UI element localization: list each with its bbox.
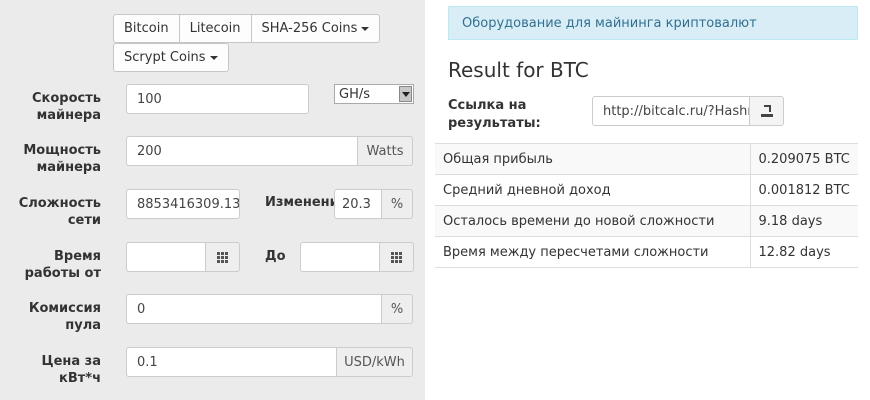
result-value: 0.001812 BTC: [749, 174, 858, 206]
time-from-label: Время работы от: [24, 249, 101, 281]
difficulty-input[interactable]: 8853416309.13: [126, 189, 240, 219]
power-input[interactable]: 200: [126, 136, 358, 166]
result-label: Осталось времени до новой сложности: [435, 205, 750, 237]
caret-down-icon: [361, 26, 370, 31]
share-link-button[interactable]: [749, 96, 784, 126]
bitcoin-button-label: Bitcoin: [124, 21, 169, 36]
result-value: 0.209075 BTC: [749, 143, 858, 175]
scrypt-coins-label: Scrypt Coins: [124, 50, 206, 65]
time-to-calendar-button[interactable]: [379, 242, 414, 272]
calendar-icon: [391, 251, 402, 263]
coin-button-group: Bitcoin Litecoin SHA-256 Coins: [113, 14, 381, 43]
speed-unit-value: GH/s: [339, 86, 371, 102]
export-icon: [760, 105, 773, 117]
power-label: Мощность майнера: [23, 143, 101, 175]
sha256-coins-label: SHA-256 Coins: [261, 21, 358, 36]
select-arrow-icon[interactable]: [399, 86, 412, 102]
power-unit-addon: Watts: [357, 136, 413, 166]
results-link-input[interactable]: http://bitcalc.ru/?Hashrate: [592, 96, 750, 126]
results-link-label: Ссылка на результаты:: [448, 98, 541, 131]
litecoin-button-label: Litecoin: [189, 21, 241, 36]
banner-text: Оборудование для майнинга криптовалют: [462, 15, 757, 31]
price-unit-addon: USD/kWh: [336, 347, 413, 377]
time-from-input[interactable]: [126, 242, 206, 272]
speed-input[interactable]: 100: [126, 84, 309, 114]
difficulty-change-label: Изменение: [265, 195, 334, 210]
bitcoin-button[interactable]: Bitcoin: [113, 14, 180, 43]
sha256-coins-dropdown[interactable]: SHA-256 Coins: [250, 14, 381, 43]
time-to-input[interactable]: [300, 242, 380, 272]
pool-fee-unit-addon: %: [381, 294, 413, 324]
mining-hardware-banner[interactable]: Оборудование для майнинга криптовалют: [448, 6, 858, 40]
result-label: Средний дневной доход: [435, 174, 750, 206]
results-table: Общая прибыль 0.209075 BTC Средний дневн…: [435, 143, 858, 268]
scrypt-coins-dropdown[interactable]: Scrypt Coins: [113, 43, 229, 72]
result-label: Общая прибыль: [435, 143, 750, 175]
table-row: Осталось времени до новой сложности 9.18…: [435, 205, 858, 237]
price-input[interactable]: 0.1: [126, 347, 337, 377]
time-from-calendar-button[interactable]: [205, 242, 240, 272]
table-row: Средний дневной доход 0.001812 BTC: [435, 174, 858, 206]
difficulty-change-unit-addon: %: [381, 189, 413, 219]
difficulty-label: Сложность сети: [18, 196, 101, 228]
difficulty-change-input[interactable]: 20.3: [334, 189, 382, 219]
table-row: Время между пересчетами сложности 12.82 …: [435, 236, 858, 268]
result-title: Result for BTC: [448, 58, 589, 82]
pool-fee-input[interactable]: 0: [126, 294, 382, 324]
table-row: Общая прибыль 0.209075 BTC: [435, 143, 858, 175]
litecoin-button[interactable]: Litecoin: [178, 14, 252, 43]
price-label: Цена за кВт*ч: [41, 354, 101, 386]
result-label: Время между пересчетами сложности: [435, 236, 750, 268]
result-value: 12.82 days: [749, 236, 858, 268]
result-value: 9.18 days: [749, 205, 858, 237]
speed-unit-select[interactable]: GH/s: [334, 84, 414, 104]
speed-label: Скорость майнера: [32, 91, 101, 123]
time-to-label: До: [265, 249, 286, 264]
calendar-icon: [217, 251, 228, 263]
calculator-form-panel: Bitcoin Litecoin SHA-256 Coins Scrypt Co…: [0, 0, 425, 400]
pool-fee-label: Комиссия пула: [28, 301, 101, 333]
caret-down-icon: [209, 55, 218, 60]
